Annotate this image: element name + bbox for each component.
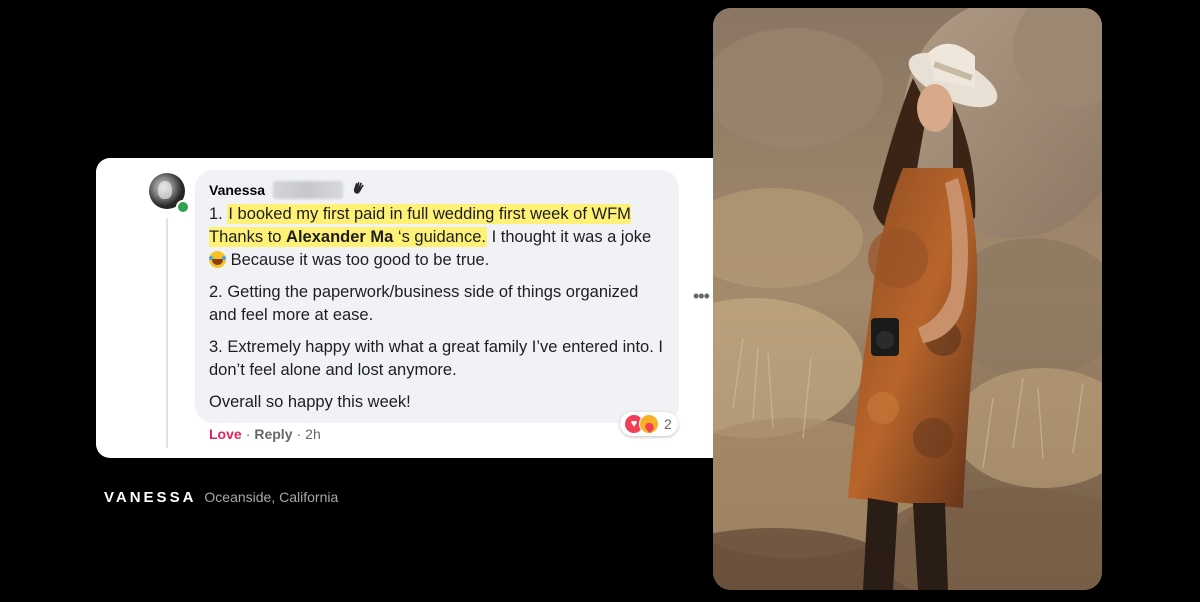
comment-card: Vanessa 1. I booked my first paid in ful… xyxy=(96,158,745,458)
paragraph-1-rest-a: I thought it was a joke xyxy=(487,228,652,246)
testimonial-caption: VANESSA Oceanside, California xyxy=(104,489,338,506)
desert-portrait-illustration xyxy=(713,8,1102,590)
paragraph-1-number: 1. xyxy=(209,205,228,223)
paragraph-1-rest-b: Because it was too good to be true. xyxy=(226,251,490,269)
timestamp[interactable]: 2h xyxy=(305,426,321,442)
caption-location: Oceanside, California xyxy=(204,489,339,505)
redacted-surname xyxy=(273,181,344,199)
more-options-icon[interactable]: ••• xyxy=(693,286,710,307)
mention-alexander-ma[interactable]: Alexander Ma xyxy=(286,228,393,246)
paragraph-4: Overall so happy this week! xyxy=(209,393,411,411)
author-name[interactable]: Vanessa xyxy=(209,182,265,198)
comment-body: 1. I booked my first paid in full weddin… xyxy=(209,203,669,423)
author-row: Vanessa xyxy=(209,180,367,200)
online-status-icon xyxy=(176,200,190,214)
separator: · xyxy=(245,426,251,442)
thread-line xyxy=(166,218,168,448)
waving-hand-icon xyxy=(351,180,367,201)
portrait-photo xyxy=(713,8,1102,590)
comment-actions: Love · Reply · 2h xyxy=(209,426,321,442)
reaction-count: 2 xyxy=(664,416,672,432)
paragraph-3: 3. Extremely happy with what a great fam… xyxy=(209,338,663,379)
separator: · xyxy=(296,426,302,442)
highlight-part-b: ‘s guidance. xyxy=(393,228,486,246)
paragraph-1: 1. I booked my first paid in full weddin… xyxy=(209,203,669,272)
reaction-summary[interactable]: ♥ 2 xyxy=(620,412,678,436)
laughing-with-tears-icon xyxy=(209,251,226,268)
comment-bubble: Vanessa 1. I booked my first paid in ful… xyxy=(195,170,679,423)
paragraph-2: 2. Getting the paperwork/business side o… xyxy=(209,283,639,324)
love-button[interactable]: Love xyxy=(209,426,242,442)
reply-button[interactable]: Reply xyxy=(254,426,292,442)
care-reaction-icon xyxy=(639,414,659,434)
caption-name: VANESSA xyxy=(104,489,197,506)
testimonial-slide: Vanessa 1. I booked my first paid in ful… xyxy=(0,0,1200,602)
